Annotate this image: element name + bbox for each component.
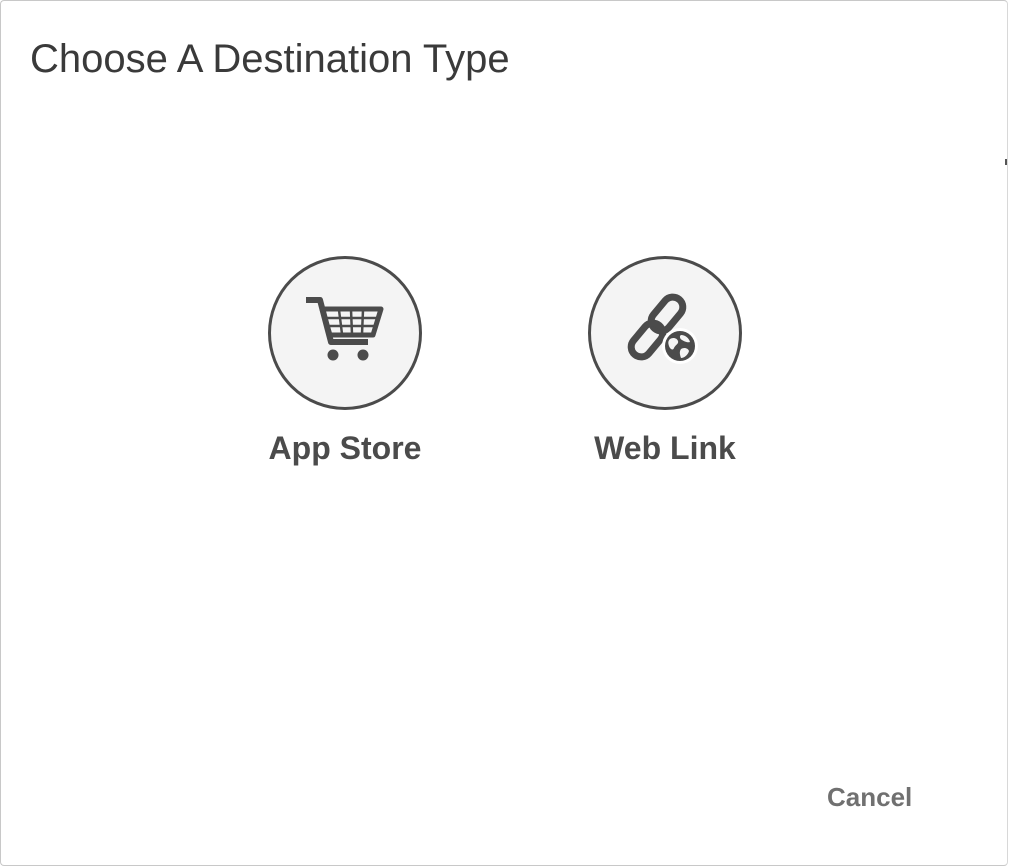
web-link-circle-button[interactable] xyxy=(588,256,742,410)
web-link-option[interactable]: Web Link xyxy=(565,256,765,467)
cancel-button[interactable]: Cancel xyxy=(827,782,912,813)
app-store-option[interactable]: App Store xyxy=(245,256,445,467)
dialog-title: Choose A Destination Type xyxy=(30,37,510,81)
app-store-circle-button[interactable] xyxy=(268,256,422,410)
dialog-edge-marker xyxy=(1005,159,1007,165)
destination-type-dialog: Choose A Destination Type App Store Web … xyxy=(0,0,1008,866)
app-store-label: App Store xyxy=(268,430,422,466)
link-globe-icon xyxy=(627,293,698,364)
shopping-cart-icon xyxy=(306,297,384,361)
web-link-label: Web Link xyxy=(594,430,736,466)
